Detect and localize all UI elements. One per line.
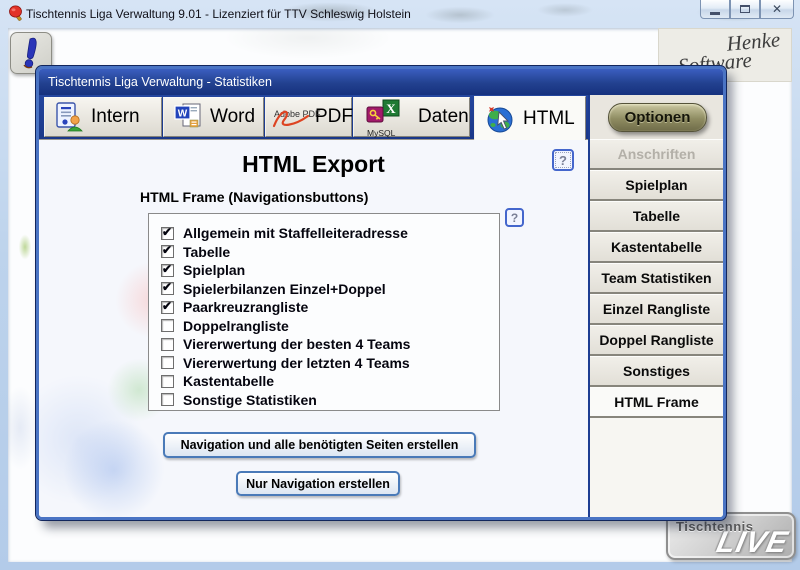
create-navigation-only-button[interactable]: Nur Navigation erstellen (236, 471, 400, 496)
tab-label: Word (210, 106, 255, 128)
close-button[interactable]: ✕ (760, 0, 794, 19)
dialog-titlebar[interactable]: Tischtennis Liga Verwaltung - Statistike… (39, 69, 723, 95)
tab-intern[interactable]: Intern (44, 97, 162, 137)
window-client-area: Henke Software Tischtennis LIVE Tischten… (8, 28, 792, 562)
paddle-icon (8, 5, 25, 22)
sidebar-item[interactable]: Tabelle (590, 201, 723, 232)
page-title: HTML Export (39, 151, 588, 178)
sidebar-item[interactable]: Einzel Rangliste (590, 294, 723, 325)
frame-section-label: HTML Frame (Navigationsbuttons) (140, 189, 368, 205)
tab-label: HTML (523, 108, 575, 130)
excel-mysql-icon: X MySQL (363, 99, 411, 135)
checkbox[interactable] (161, 264, 174, 277)
sidebar-item[interactable]: Spielplan (590, 170, 723, 201)
checkbox[interactable] (161, 282, 174, 295)
checkbox[interactable] (161, 338, 174, 351)
sidebar-item[interactable]: Anschriften (590, 139, 723, 170)
close-icon: ✕ (772, 2, 782, 16)
tab-daten[interactable]: X MySQL Daten (353, 97, 470, 137)
help-button[interactable]: ? (552, 149, 574, 171)
person-info-icon (54, 101, 84, 133)
help-button-groupbox[interactable]: ? (505, 208, 524, 227)
checkbox-row[interactable]: Viererwertung der letzten 4 Teams (161, 354, 499, 373)
statistics-dialog: Tischtennis Liga Verwaltung - Statistike… (36, 66, 726, 520)
checkbox[interactable] (161, 356, 174, 369)
checkbox-label: Doppelrangliste (183, 318, 289, 334)
options-panel: Optionen (590, 95, 723, 140)
checkbox-row[interactable]: Doppelrangliste (161, 317, 499, 336)
checkbox-label: Viererwertung der besten 4 Teams (183, 336, 410, 352)
window-title: Tischtennis Liga Verwaltung 9.01 - Lizen… (26, 7, 411, 21)
checkbox[interactable] (161, 375, 174, 388)
checkbox-row[interactable]: Sonstige Statistiken (161, 391, 499, 410)
sidebar-item[interactable]: Team Statistiken (590, 263, 723, 294)
tab-label: Intern (91, 106, 140, 128)
sidebar-item[interactable]: Sonstiges (590, 356, 723, 387)
window-titlebar[interactable]: Tischtennis Liga Verwaltung 9.01 - Lizen… (0, 0, 800, 28)
tab-html[interactable]: HTML (474, 96, 586, 140)
checkbox-row[interactable]: Viererwertung der besten 4 Teams (161, 335, 499, 354)
checkbox[interactable] (161, 227, 174, 240)
globe-cursor-icon (484, 103, 516, 135)
minimize-icon (710, 12, 720, 15)
tab-label: Daten (418, 106, 469, 128)
checkbox[interactable] (161, 393, 174, 406)
adobe-pdf-icon: Adobe PDF (268, 100, 340, 134)
checkbox-row[interactable]: Tabelle (161, 243, 499, 262)
checkbox-label: Viererwertung der letzten 4 Teams (183, 355, 410, 371)
checkbox-label: Spielerbilanzen Einzel+Doppel (183, 281, 386, 297)
checkbox-row[interactable]: Kastentabelle (161, 372, 499, 391)
mysql-caption: MySQL (367, 128, 395, 138)
checkbox[interactable] (161, 319, 174, 332)
maximize-button[interactable] (730, 0, 760, 19)
navigation-options-groupbox: Allgemein mit Staffelleiteradresse Tabel… (148, 213, 500, 411)
window-controls: ✕ (700, 0, 794, 19)
sidebar-item[interactable]: Doppel Rangliste (590, 325, 723, 356)
sidebar-list: Anschriften Spielplan Tabelle Kastentabe… (590, 139, 723, 418)
sidebar-item[interactable]: Kastentabelle (590, 232, 723, 263)
sidebar-item[interactable]: HTML Frame (590, 387, 723, 418)
tab-strip: Intern W Word (39, 95, 588, 139)
options-button[interactable]: Optionen (608, 103, 707, 132)
tab-pdf[interactable]: Adobe PDF PDF (265, 97, 352, 137)
minimize-button[interactable] (700, 0, 730, 19)
checkbox-row[interactable]: Spielerbilanzen Einzel+Doppel (161, 280, 499, 299)
svg-text:X: X (386, 101, 396, 116)
dialog-body: Intern W Word (39, 95, 723, 517)
checkbox-row[interactable]: Paarkreuzrangliste (161, 298, 499, 317)
checkbox[interactable] (161, 301, 174, 314)
checkbox-label: Kastentabelle (183, 373, 274, 389)
checkbox-label: Tabelle (183, 244, 230, 260)
live-badge-main-text: LIVE (714, 528, 791, 558)
checkbox-row[interactable]: Allgemein mit Staffelleiteradresse (161, 224, 499, 243)
sidebar: Optionen Anschriften Spielplan Tabelle K… (588, 95, 723, 517)
tab-word[interactable]: W Word (163, 97, 264, 137)
word-document-icon: W (173, 102, 203, 132)
svg-text:W: W (178, 109, 188, 120)
checkbox-label: Sonstige Statistiken (183, 392, 317, 408)
html-export-panel: HTML Export ? HTML Frame (Navigationsbut… (39, 139, 588, 517)
checkbox[interactable] (161, 245, 174, 258)
application-window: Tischtennis Liga Verwaltung 9.01 - Lizen… (0, 0, 800, 570)
checkbox-label: Paarkreuzrangliste (183, 299, 308, 315)
maximize-icon (740, 5, 750, 13)
create-all-pages-button[interactable]: Navigation und alle benötigten Seiten er… (163, 432, 476, 458)
checkbox-row[interactable]: Spielplan (161, 261, 499, 280)
checkbox-label: Spielplan (183, 262, 245, 278)
sidebar-footer (590, 418, 723, 517)
checkbox-label: Allgemein mit Staffelleiteradresse (183, 225, 408, 241)
